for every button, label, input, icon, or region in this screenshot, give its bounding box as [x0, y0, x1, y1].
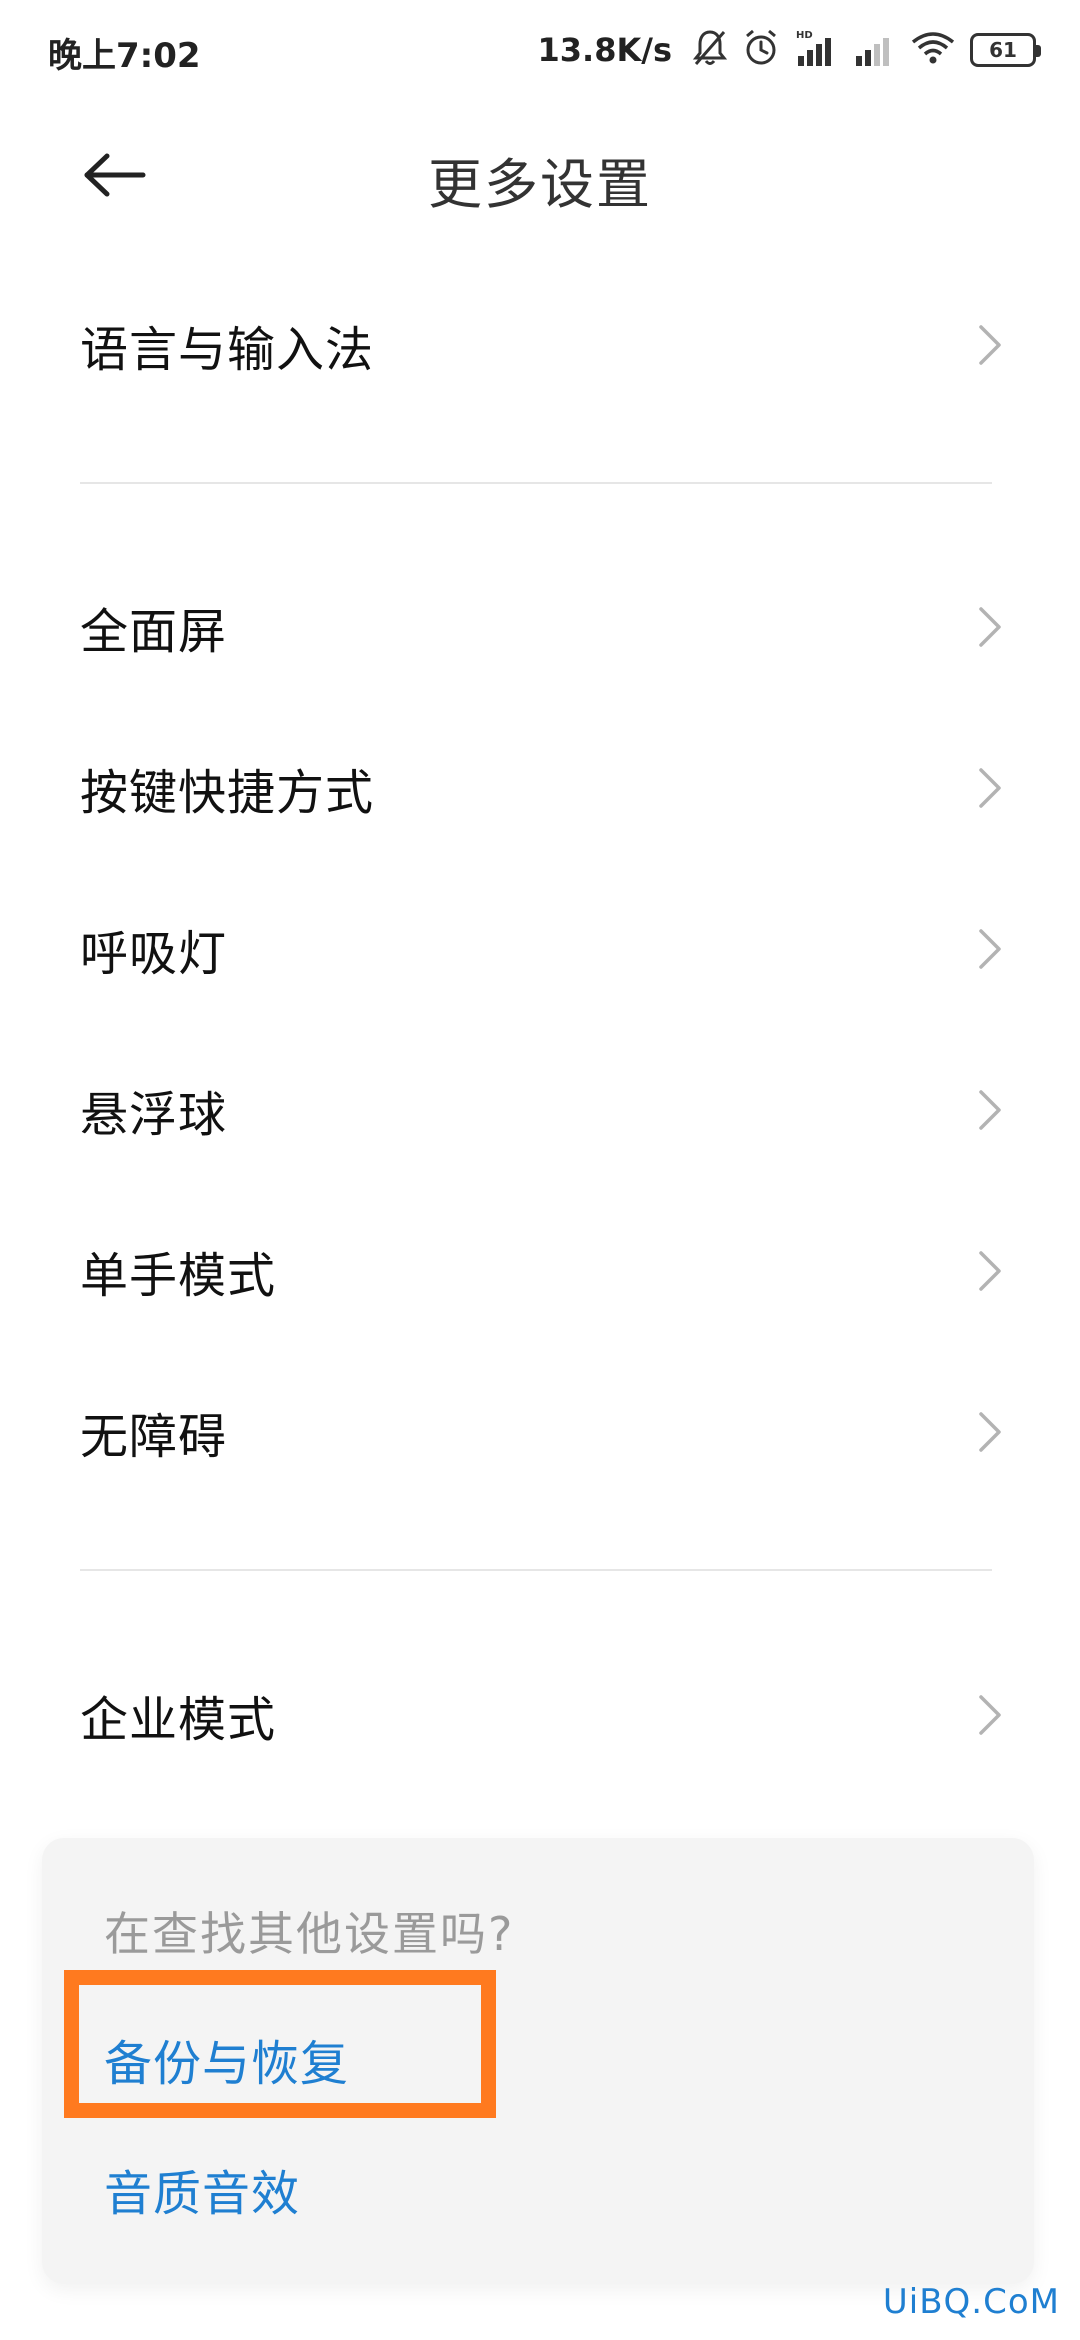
hd-signal-icon: HD — [794, 28, 838, 72]
chevron-right-icon — [979, 1090, 1001, 1130]
suggestion-link-sound-effects[interactable]: 音质音效 — [104, 2154, 300, 2224]
battery-icon: 61 — [970, 33, 1041, 67]
svg-text:HD: HD — [796, 30, 813, 41]
chevron-right-icon — [979, 768, 1001, 808]
settings-item-accessibility[interactable]: 无障碍 — [0, 1357, 1080, 1507]
status-bar: 晚上7:02 13.8K/s HD 61 — [0, 0, 1080, 100]
settings-item-label: 企业模式 — [80, 1692, 277, 1748]
settings-item-label: 悬浮球 — [80, 1087, 228, 1143]
settings-item-full-screen[interactable]: 全面屏 — [0, 552, 1080, 702]
settings-item-label: 无障碍 — [80, 1409, 228, 1465]
wifi-icon — [910, 28, 956, 72]
signal-icon — [852, 28, 896, 72]
page-title: 更多设置 — [428, 153, 652, 216]
divider — [80, 1569, 992, 1571]
top-app-bar: 更多设置 — [0, 110, 1080, 240]
watermark: UiBQ.CoM — [882, 2282, 1060, 2322]
bell-muted-icon — [692, 28, 728, 72]
chevron-right-icon — [979, 607, 1001, 647]
settings-item-label: 单手模式 — [80, 1248, 277, 1304]
settings-item-label: 按键快捷方式 — [80, 765, 375, 821]
chevron-right-icon — [979, 929, 1001, 969]
chevron-right-icon — [979, 325, 1001, 365]
settings-item-button-shortcuts[interactable]: 按键快捷方式 — [0, 713, 1080, 863]
network-speed: 13.8K/s — [537, 31, 672, 69]
status-time: 晚上7:02 — [48, 36, 201, 76]
settings-item-notification-light[interactable]: 呼吸灯 — [0, 874, 1080, 1024]
settings-screen: 晚上7:02 13.8K/s HD 61 更多设置 语言与输入法 全面屏 按键快… — [0, 0, 1080, 2340]
settings-item-one-handed-mode[interactable]: 单手模式 — [0, 1196, 1080, 1346]
settings-item-label: 全面屏 — [80, 604, 228, 660]
alarm-icon — [742, 28, 780, 72]
divider — [80, 482, 992, 484]
chevron-right-icon — [979, 1695, 1001, 1735]
settings-item-label: 呼吸灯 — [80, 926, 228, 982]
settings-item-label: 语言与输入法 — [80, 322, 375, 378]
chevron-right-icon — [979, 1412, 1001, 1452]
status-icons: 13.8K/s HD 61 — [537, 24, 1041, 76]
suggestion-title: 在查找其他设置吗? — [104, 1907, 515, 1961]
suggestion-card: 在查找其他设置吗? 备份与恢复 音质音效 — [42, 1838, 1034, 2284]
settings-item-enterprise-mode[interactable]: 企业模式 — [0, 1640, 1080, 1790]
battery-level: 61 — [989, 38, 1017, 62]
settings-item-floating-ball[interactable]: 悬浮球 — [0, 1035, 1080, 1185]
settings-item-language-input[interactable]: 语言与输入法 — [0, 270, 1080, 420]
chevron-right-icon — [979, 1251, 1001, 1291]
suggestion-link-backup-restore[interactable]: 备份与恢复 — [104, 2024, 349, 2094]
